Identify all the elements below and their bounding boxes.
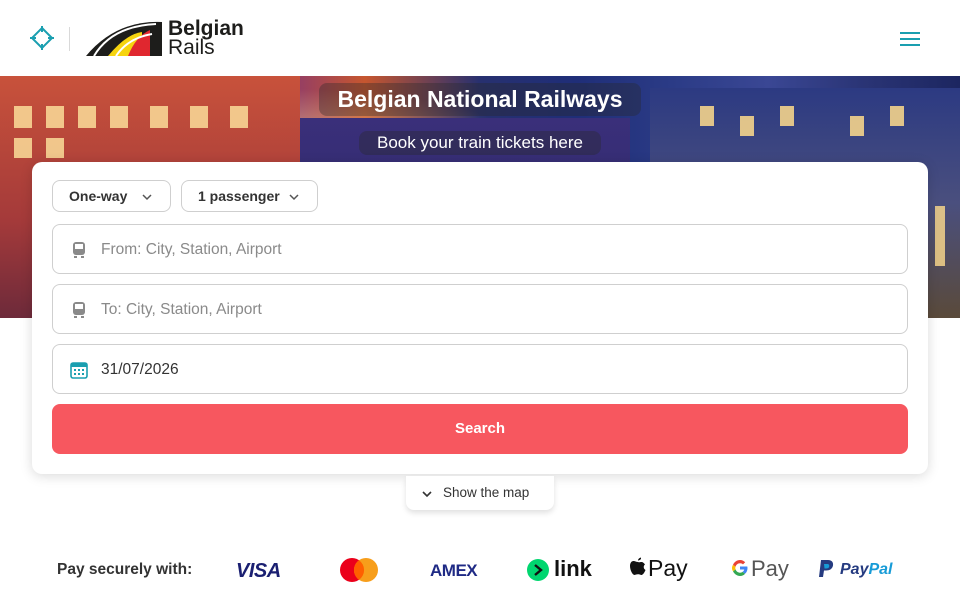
calendar-icon (70, 362, 88, 379)
date-field[interactable]: 31/07/2026 (52, 344, 908, 394)
paypal-logo: PayPal (818, 560, 898, 590)
hero-subtitle: Book your train tickets here (359, 131, 601, 155)
chevron-down-icon (142, 194, 152, 201)
hero-subtitle-wrap: Book your train tickets here (0, 131, 960, 155)
hamburger-menu-icon[interactable] (896, 26, 924, 52)
date-value: 31/07/2026 (101, 361, 179, 378)
to-placeholder: To: City, Station, Airport (101, 301, 262, 318)
amex-logo: AMEX (430, 561, 478, 580)
show-map-label: Show the map (443, 485, 530, 500)
from-placeholder: From: City, Station, Airport (101, 241, 282, 258)
link-arrow-icon (527, 559, 549, 581)
brand-line2: Rails (168, 36, 215, 59)
site-header: Belgian Rails (0, 0, 960, 76)
apple-pay-logo: Pay (630, 555, 690, 585)
link-text: link (554, 556, 592, 581)
apple-pay-text: Pay (648, 555, 688, 581)
search-button[interactable]: Search (52, 404, 908, 454)
trip-type-select[interactable]: One-way (52, 180, 171, 212)
pay-securely-label: Pay securely with: (57, 561, 193, 578)
train-icon (73, 242, 85, 258)
google-pay-logo: Pay (731, 555, 791, 585)
paypal-p-icon (819, 560, 834, 577)
header-divider (69, 27, 70, 51)
chevron-down-icon (289, 194, 299, 201)
google-pay-text: Pay (751, 556, 789, 581)
chevron-down-icon (422, 491, 432, 498)
brand-wordmark[interactable]: Belgian Rails (168, 18, 244, 59)
show-map-toggle[interactable]: Show the map (406, 476, 554, 510)
train-icon (73, 302, 85, 318)
mastercard-logo-icon (340, 558, 378, 582)
paypal-text-pal: Pal (868, 561, 893, 578)
passenger-select[interactable]: 1 passenger (181, 180, 318, 212)
passenger-value: 1 passenger (198, 188, 280, 204)
brand-diamond-icon[interactable] (30, 26, 54, 50)
window (935, 206, 945, 266)
google-g-icon (732, 560, 748, 576)
booking-card: One-way 1 passenger From: City, Station,… (32, 162, 928, 474)
hero-title-wrap: Belgian National Railways (0, 83, 960, 116)
trip-type-value: One-way (69, 188, 128, 204)
hero-title: Belgian National Railways (319, 83, 641, 116)
belgian-rails-logo-icon[interactable] (86, 20, 166, 58)
paypal-text-pay: Pay (840, 561, 869, 578)
link-logo: link (527, 556, 592, 586)
visa-logo: VISA (236, 560, 281, 582)
from-field[interactable]: From: City, Station, Airport (52, 224, 908, 274)
apple-icon (630, 557, 646, 575)
to-field[interactable]: To: City, Station, Airport (52, 284, 908, 334)
